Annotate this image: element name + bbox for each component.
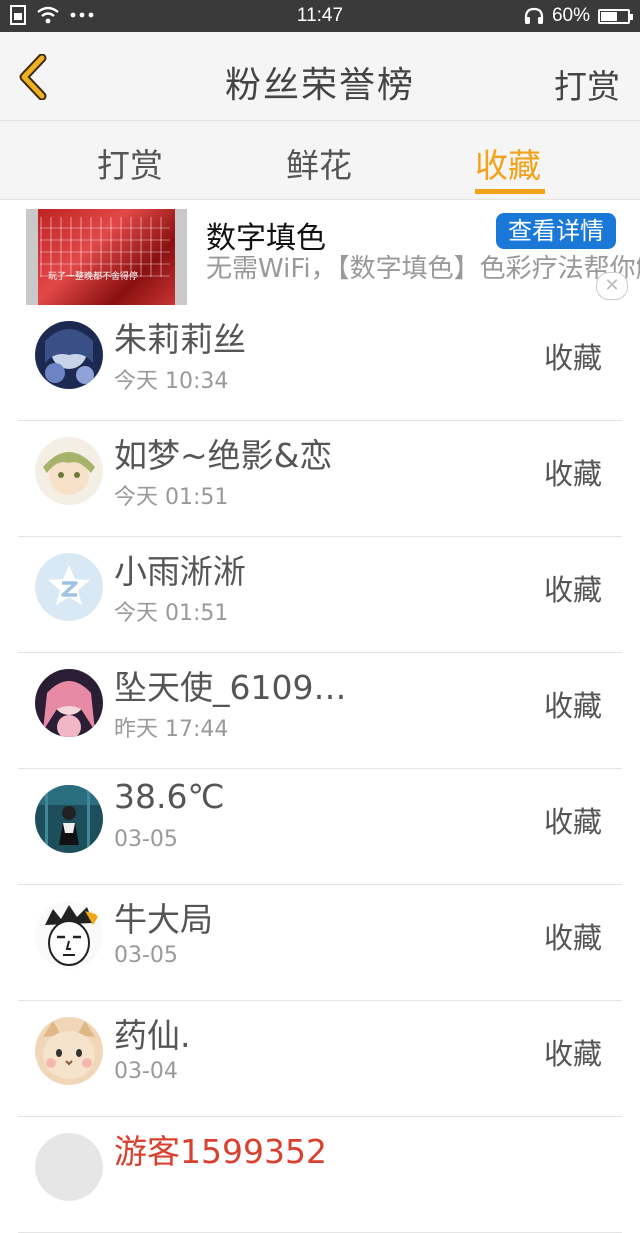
user-time: 03-05 [114, 827, 178, 852]
ad-thumb-caption: 玩了一整晚都不舍得停 [48, 272, 139, 282]
status-right-icons: 60% [524, 5, 633, 27]
avatar [35, 321, 103, 389]
user-time: 昨天 17:44 [114, 717, 229, 742]
user-name: 牛大局 [114, 900, 213, 939]
battery-icon [598, 8, 633, 24]
avatar [35, 901, 103, 969]
user-name: 游客1599352 [114, 1132, 327, 1171]
headphones-icon [524, 7, 544, 24]
ad-close-icon[interactable]: ✕ [596, 272, 628, 300]
list-item[interactable]: 朱莉莉丝 今天 10:34 收藏 [18, 305, 622, 421]
ad-banner[interactable]: 玩了一整晚都不舍得停 数字填色 无需WiFi，【数字填色】色彩疗法帮你解压 查看… [0, 201, 640, 305]
avatar [35, 785, 103, 853]
list-item[interactable]: 坠天使_6109… 昨天 17:44 收藏 [18, 653, 622, 769]
active-tab-indicator [475, 189, 545, 194]
user-name: 38.6℃ [114, 777, 225, 816]
avatar [35, 437, 103, 505]
battery-level [601, 11, 617, 21]
ad-details-button[interactable]: 查看详情 [496, 213, 616, 249]
user-name: 药仙. [114, 1016, 191, 1055]
user-name: 坠天使_6109… [114, 668, 347, 707]
user-name: 小雨淅淅 [114, 552, 246, 591]
user-time: 今天 10:34 [114, 369, 229, 394]
partial-avatar-icon [35, 1133, 103, 1201]
list-item[interactable]: 小雨淅淅 今天 01:51 收藏 [18, 537, 622, 653]
app-header: 粉丝荣誉榜 打赏 [0, 32, 640, 121]
action-label: 收藏 [543, 573, 602, 607]
list-item[interactable]: 药仙. 03-04 收藏 [18, 1001, 622, 1117]
cartoon-face-avatar-icon [35, 901, 103, 969]
cat-avatar-icon [35, 1017, 103, 1085]
avatar [35, 553, 103, 621]
user-name: 如梦~绝影&恋 [114, 436, 333, 475]
list-item[interactable]: 38.6℃ 03-05 收藏 [18, 769, 622, 885]
action-label: 收藏 [543, 689, 602, 723]
tip-button[interactable]: 打赏 [554, 60, 620, 108]
tab-flowers[interactable]: 鲜花 [286, 139, 352, 187]
action-label: 收藏 [543, 457, 602, 491]
avatar [35, 669, 103, 737]
list-item[interactable]: 牛大局 03-05 收藏 [18, 885, 622, 1001]
action-label: 收藏 [543, 805, 602, 839]
thumb-frame-left [26, 209, 38, 305]
status-bar: 11:47 60% [0, 0, 640, 32]
tab-tip[interactable]: 打赏 [97, 139, 163, 187]
avatar [35, 1133, 103, 1201]
list-item[interactable]: 如梦~绝影&恋 今天 01:51 收藏 [18, 421, 622, 537]
battery-percent: 60% [551, 5, 590, 26]
anime-avatar-icon [35, 437, 103, 505]
anime-avatar-icon [35, 321, 103, 389]
thumb-pattern [40, 217, 170, 277]
action-label: 收藏 [543, 1037, 602, 1071]
ad-thumbnail: 玩了一整晚都不舍得停 [26, 209, 187, 305]
user-name: 朱莉莉丝 [114, 320, 246, 359]
favorites-list: 朱莉莉丝 今天 10:34 收藏 如梦~绝影&恋 今天 01:51 收藏 小雨淅… [18, 305, 622, 1233]
thumb-frame-right [175, 209, 187, 305]
avatar [35, 1017, 103, 1085]
user-time: 今天 01:51 [114, 485, 229, 510]
list-item[interactable]: 游客1599352 [18, 1117, 622, 1233]
photo-avatar-icon [35, 785, 103, 853]
action-label: 收藏 [543, 341, 602, 375]
tab-favorites[interactable]: 收藏 [475, 139, 541, 187]
user-time: 03-05 [114, 943, 178, 968]
action-label: 收藏 [543, 921, 602, 955]
page-title: 粉丝荣誉榜 [224, 65, 415, 106]
user-time: 今天 01:51 [114, 601, 229, 626]
ad-description: 无需WiFi，【数字填色】色彩疗法帮你解压 [206, 254, 640, 284]
anime-avatar-icon [35, 669, 103, 737]
user-time: 03-04 [114, 1059, 178, 1084]
default-avatar-icon [35, 553, 103, 621]
